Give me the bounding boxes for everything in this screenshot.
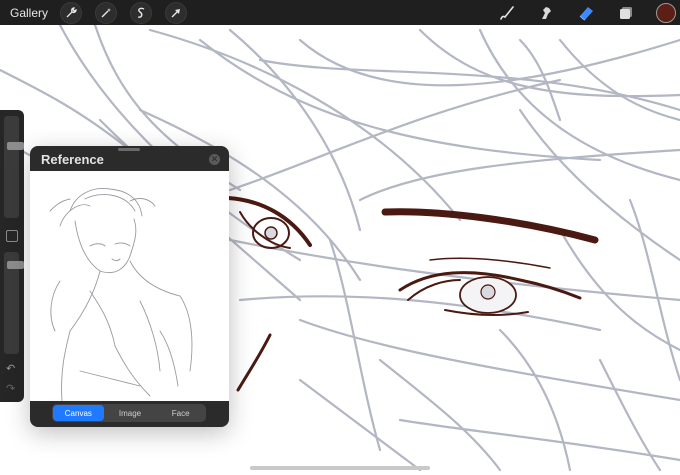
brush-size-slider[interactable] bbox=[4, 116, 24, 218]
home-indicator[interactable] bbox=[250, 466, 430, 470]
brush-size-thumb[interactable] bbox=[7, 142, 24, 151]
reference-window[interactable]: Reference ✕ Canvas Image Face bbox=[30, 146, 229, 427]
smudge-icon[interactable] bbox=[536, 3, 556, 23]
close-icon[interactable]: ✕ bbox=[209, 154, 220, 165]
transform-arrow-icon[interactable] bbox=[165, 1, 188, 24]
tab-face[interactable]: Face bbox=[155, 404, 206, 422]
selection-s-icon[interactable] bbox=[130, 1, 153, 24]
magic-wand-icon[interactable] bbox=[95, 1, 118, 24]
brush-icon[interactable] bbox=[497, 3, 517, 23]
tab-image[interactable]: Image bbox=[105, 404, 156, 422]
undo-icon[interactable]: ↶ bbox=[6, 362, 15, 375]
color-swatch[interactable] bbox=[656, 3, 676, 23]
reference-tabs: Canvas Image Face bbox=[52, 404, 206, 422]
drag-handle[interactable] bbox=[118, 148, 140, 151]
eraser-icon[interactable] bbox=[576, 3, 596, 23]
top-toolbar: Gallery bbox=[0, 0, 680, 25]
opacity-thumb[interactable] bbox=[7, 261, 24, 270]
wrench-icon[interactable] bbox=[60, 1, 83, 24]
layers-icon[interactable] bbox=[616, 3, 636, 23]
tab-canvas[interactable]: Canvas bbox=[53, 405, 104, 421]
redo-icon[interactable]: ↷ bbox=[6, 382, 15, 395]
opacity-slider[interactable] bbox=[4, 252, 24, 354]
left-sidebar: ↶ ↷ bbox=[0, 110, 24, 402]
ink-layer bbox=[226, 196, 599, 392]
square-modify-icon[interactable] bbox=[6, 230, 18, 242]
reference-title: Reference bbox=[41, 152, 104, 167]
reference-image bbox=[30, 171, 229, 402]
gallery-button[interactable]: Gallery bbox=[10, 6, 48, 20]
